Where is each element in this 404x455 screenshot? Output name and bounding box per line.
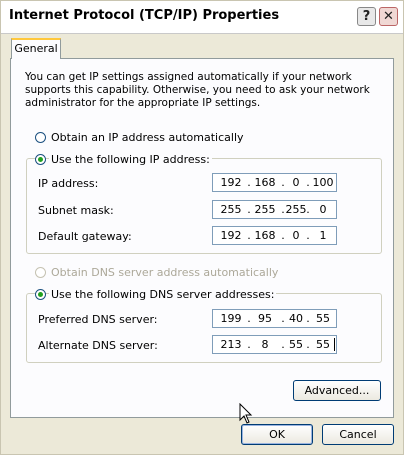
octet: 100 [312, 176, 334, 189]
octet: 1 [319, 229, 327, 242]
preferred-dns-label: Preferred DNS server: [38, 313, 158, 326]
radio-selected-dot [38, 292, 43, 297]
obtain-dns-auto-radio[interactable] [35, 267, 46, 278]
octet: 192 [220, 229, 242, 242]
use-following-ip-radio[interactable] [35, 154, 46, 165]
radio-selected-dot [38, 157, 43, 162]
octet: 95 [258, 312, 272, 325]
obtain-ip-auto-label[interactable]: Obtain an IP address automatically [51, 131, 244, 144]
octet: 168 [254, 176, 276, 189]
tcpip-properties-dialog: Internet Protocol (TCP/IP) Properties ? … [0, 0, 404, 455]
use-following-dns-label[interactable]: Use the following DNS server addresses: [49, 288, 277, 301]
octet-dot: . [247, 229, 251, 242]
ip-address-label: IP address: [38, 177, 99, 190]
use-following-dns-radio[interactable] [35, 289, 46, 300]
alternate-dns-input[interactable]: 213 . 8 . 55 . 55 [212, 335, 337, 354]
alternate-dns-label: Alternate DNS server: [38, 339, 158, 352]
octet-dot: . [247, 203, 251, 216]
octet: 55 [316, 338, 330, 351]
preferred-dns-input[interactable]: 199 . 95 . 40 . 55 [212, 309, 337, 328]
title-bar[interactable]: Internet Protocol (TCP/IP) Properties ? … [1, 1, 403, 34]
octet-dot: . [247, 176, 251, 189]
octet: 192 [220, 176, 242, 189]
obtain-ip-auto-radio[interactable] [35, 132, 46, 143]
question-mark-icon: ? [362, 9, 371, 24]
octet: 55 [316, 312, 330, 325]
tab-general[interactable]: General [11, 38, 61, 59]
default-gateway-input[interactable]: 192 . 168 . 0 . 1 [212, 226, 337, 245]
help-button[interactable]: ? [357, 7, 376, 26]
octet-dot: . [247, 338, 251, 351]
subnet-mask-label: Subnet mask: [38, 204, 114, 217]
window-title: Internet Protocol (TCP/IP) Properties [9, 8, 280, 23]
octet-dot: . [247, 312, 251, 325]
obtain-dns-auto-label[interactable]: Obtain DNS server address automatically [51, 266, 278, 279]
subnet-mask-input[interactable]: 255 . 255 . 255 . 0 [212, 200, 337, 219]
intro-text: You can get IP settings assigned automat… [25, 71, 370, 109]
octet: 199 [220, 312, 242, 325]
octet: 0 [319, 203, 327, 216]
advanced-button[interactable]: Advanced... [293, 380, 381, 401]
octet: 213 [220, 338, 242, 351]
mouse-pointer-icon [239, 403, 253, 424]
default-gateway-label: Default gateway: [38, 230, 132, 243]
octet: 8 [261, 338, 269, 351]
cancel-button[interactable]: Cancel [322, 424, 394, 445]
octet: 255 [220, 203, 242, 216]
ip-address-input[interactable]: 192 . 168 . 0 . 100 [212, 173, 337, 192]
close-icon: ✕ [383, 9, 394, 24]
octet: 255 [254, 203, 276, 216]
ok-button[interactable]: OK [241, 424, 313, 445]
text-caret [334, 338, 335, 351]
use-following-ip-label[interactable]: Use the following IP address: [49, 153, 212, 166]
octet: 168 [254, 229, 276, 242]
close-button[interactable]: ✕ [379, 7, 398, 26]
